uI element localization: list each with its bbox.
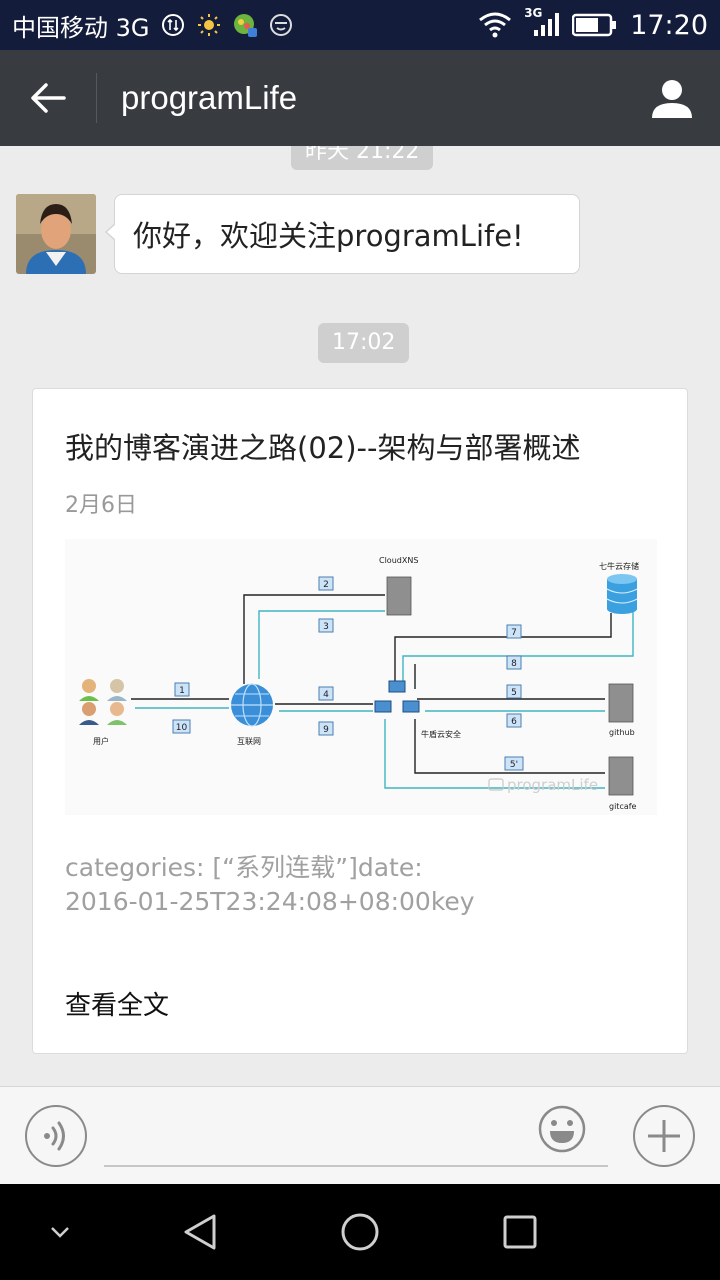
plus-icon xyxy=(648,1120,680,1152)
diagram-step-4: 4 xyxy=(323,690,329,700)
cloudxns-server-node xyxy=(386,576,412,616)
chat-header-overlay: programLife xyxy=(0,50,720,146)
carrier-label: 中国移动 3G xyxy=(12,13,150,42)
voice-wave-icon xyxy=(44,1121,65,1151)
diagram-label-gitcafe: gitcafe xyxy=(609,802,637,811)
article-description-line-2: 2016-01-25T23:24:08+08:00key xyxy=(65,887,475,916)
person-icon xyxy=(652,80,692,118)
gitcafe-server-node xyxy=(608,756,634,796)
status-left: 中国移动 3G xyxy=(12,8,294,43)
article-description: categories: [“系列连载”]date: 2016-01-25T23:… xyxy=(65,851,665,919)
chat-input-bar xyxy=(0,1086,720,1184)
status-right: 3G 17:20 xyxy=(478,6,708,41)
more-options-button[interactable] xyxy=(633,1105,695,1167)
network-type-label: 3G xyxy=(524,6,543,20)
diagram-step-1: 1 xyxy=(179,686,185,696)
read-full-article-link[interactable]: 查看全文 xyxy=(65,985,169,1022)
app-notification-icon xyxy=(232,12,258,38)
diagram-step-10: 10 xyxy=(176,723,188,733)
back-arrow-icon xyxy=(31,83,66,113)
battery-icon xyxy=(572,12,618,38)
hide-keyboard-button[interactable] xyxy=(32,1204,88,1260)
switch-node-left xyxy=(374,700,392,713)
diagram-step-5: 5 xyxy=(511,688,517,698)
profile-button-overlay[interactable] xyxy=(624,50,720,146)
cell-signal-icon: 3G xyxy=(524,6,560,38)
greeting-message-text: 你好，欢迎关注programLife! xyxy=(133,219,524,253)
emoji-button[interactable] xyxy=(538,1105,586,1153)
message-text-input[interactable] xyxy=(104,1165,608,1167)
diagram-label-niudun: 牛盾云安全 xyxy=(421,729,461,739)
nav-back-button[interactable] xyxy=(172,1204,228,1260)
greeting-message-bubble[interactable]: 你好，欢迎关注programLife! xyxy=(105,194,580,274)
diagram-step-2: 2 xyxy=(323,580,329,590)
diagram-step-6: 6 xyxy=(511,717,517,727)
nav-home-button[interactable] xyxy=(332,1204,388,1260)
chat-title-overlay: programLife xyxy=(121,79,298,116)
diagram-step-3: 3 xyxy=(323,622,329,632)
smiley-notification-icon xyxy=(268,12,294,38)
qiniu-storage-node xyxy=(606,574,638,614)
switch-node-right xyxy=(402,700,420,713)
article-date: 2月6日 xyxy=(65,493,137,518)
square-recents-icon xyxy=(503,1215,537,1249)
back-button-overlay[interactable] xyxy=(0,50,96,146)
internet-globe-node xyxy=(231,683,273,727)
clock: 17:20 xyxy=(630,9,708,41)
diagram-label-qiniu: 七牛云存储 xyxy=(599,561,639,571)
chevron-down-icon xyxy=(51,1227,69,1238)
nav-recents-button[interactable] xyxy=(492,1204,548,1260)
header-divider xyxy=(96,73,97,123)
article-description-line-1: categories: [“系列连载”]date: xyxy=(65,853,423,882)
diagram-step-5-prime: 5' xyxy=(510,760,518,770)
wifi-icon xyxy=(478,12,512,38)
system-navigation-bar xyxy=(0,1184,720,1280)
data-transfer-icon xyxy=(160,12,186,38)
github-server-node xyxy=(608,683,634,723)
timestamp-today: 17:02 xyxy=(318,323,410,363)
article-card[interactable]: 我的博客演进之路(02)--架构与部署概述 2月6日 1 10 2 3 4 9 … xyxy=(32,388,688,1054)
diagram-label-cloudxns: CloudXNS xyxy=(379,556,418,565)
circle-home-icon xyxy=(341,1213,379,1251)
diagram-step-9: 9 xyxy=(323,725,329,735)
voice-input-button[interactable] xyxy=(25,1105,87,1167)
sender-avatar[interactable] xyxy=(16,194,96,274)
diagram-label-github: github xyxy=(609,728,635,737)
article-cover-diagram: 1 10 2 3 4 9 7 8 5 6 5' CloudXNS 七牛云存储 用… xyxy=(65,539,657,815)
diagram-label-internet: 互联网 xyxy=(237,737,261,746)
diagram-step-8: 8 xyxy=(511,659,517,669)
weather-sun-icon xyxy=(196,12,222,38)
smiley-face-icon xyxy=(538,1105,586,1153)
status-bar: 中国移动 3G 3G 17:20 xyxy=(0,0,720,50)
article-title: 我的博客演进之路(02)--架构与部署概述 xyxy=(65,431,581,465)
triangle-back-icon xyxy=(184,1214,216,1250)
diagram-watermark-text: programLife xyxy=(507,776,598,794)
switch-node-top xyxy=(388,680,406,693)
diagram-step-7: 7 xyxy=(511,628,517,638)
diagram-label-users: 用户 xyxy=(93,736,109,746)
